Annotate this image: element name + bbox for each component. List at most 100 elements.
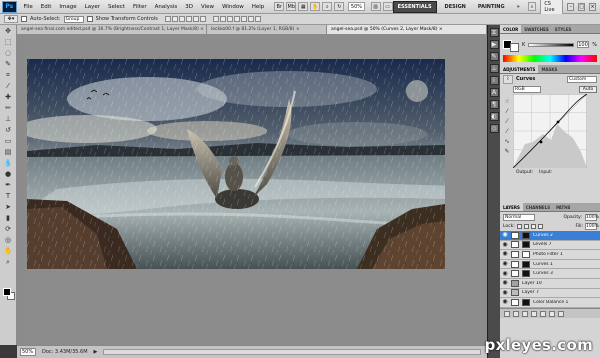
- paragraph-icon[interactable]: ¶: [489, 100, 499, 109]
- visibility-eye-icon[interactable]: ◉: [502, 270, 508, 277]
- tab-channels[interactable]: CHANNELS: [523, 203, 553, 211]
- blur-tool-icon[interactable]: 💧: [3, 158, 14, 168]
- workspace-essentials[interactable]: ESSENTIALS: [392, 0, 437, 13]
- marquee-tool-icon[interactable]: ⬚: [3, 37, 14, 47]
- menu-image[interactable]: Image: [55, 4, 80, 10]
- brushes-icon[interactable]: ✎: [489, 52, 499, 61]
- lock-position-icon[interactable]: [530, 224, 536, 229]
- healing-brush-tool-icon[interactable]: ✚: [3, 92, 14, 102]
- history-icon[interactable]: ⧖: [489, 28, 499, 37]
- brush-tool-icon[interactable]: ✏: [3, 103, 14, 113]
- tab-color[interactable]: COLOR: [500, 25, 522, 33]
- auto-select-dropdown[interactable]: Group: [63, 15, 84, 23]
- shape-tool-icon[interactable]: ▮: [3, 213, 14, 223]
- minimize-icon[interactable]: –: [567, 2, 575, 11]
- layer-mask-thumb[interactable]: [522, 260, 530, 268]
- fill-field[interactable]: 100%: [585, 223, 599, 230]
- search-icon[interactable]: ⌕: [527, 2, 537, 11]
- channel-dropdown[interactable]: RGB: [513, 85, 541, 93]
- curves-preset-dropdown[interactable]: Custom: [567, 75, 597, 83]
- tab-angel-sea[interactable]: angel-sea.psd @ 50% (Curves 2, Layer Mas…: [327, 25, 487, 34]
- pen-tool-icon[interactable]: ✒: [3, 180, 14, 190]
- menu-window[interactable]: Window: [218, 4, 248, 10]
- layer-row[interactable]: ◉ Layer 7: [500, 288, 600, 299]
- history-brush-tool-icon[interactable]: ↺: [3, 125, 14, 135]
- menu-view[interactable]: View: [197, 4, 218, 10]
- visibility-eye-icon[interactable]: ◉: [502, 232, 508, 238]
- white-point-eyedropper-icon[interactable]: ⁄: [503, 128, 511, 135]
- visibility-eye-icon[interactable]: ◉: [502, 241, 508, 248]
- curves-graph[interactable]: [513, 94, 587, 168]
- document-image[interactable]: [27, 59, 445, 269]
- auto-select-checkbox[interactable]: [21, 16, 27, 22]
- align-bottom-icon[interactable]: [178, 16, 185, 22]
- horizontal-scrollbar[interactable]: [103, 349, 481, 355]
- type-tool-icon[interactable]: T: [3, 191, 14, 201]
- layer-row[interactable]: ◉ Color Balance 1: [500, 298, 600, 308]
- move-tool-preset-icon[interactable]: ✥▾: [4, 15, 18, 23]
- tab-angel-sea-final[interactable]: angel-sea final.com edited.psd @ 16.7% (…: [17, 25, 207, 34]
- target-adjust-icon[interactable]: ☝: [503, 98, 511, 105]
- distribute-left-icon[interactable]: [233, 16, 240, 22]
- distribute-right-icon[interactable]: [247, 16, 254, 22]
- layer-style-icon[interactable]: [513, 310, 519, 317]
- align-right-icon[interactable]: [199, 16, 206, 22]
- zoom-tool-icon[interactable]: ⌕: [3, 257, 14, 267]
- distribute-hcenter-icon[interactable]: [240, 16, 247, 22]
- more-workspaces[interactable]: »: [513, 2, 524, 12]
- mini-bridge-icon[interactable]: Mb: [286, 2, 297, 11]
- color-background-swatch[interactable]: [510, 43, 519, 52]
- menu-select[interactable]: Select: [104, 4, 129, 10]
- visibility-eye-icon[interactable]: ◉: [502, 280, 508, 286]
- tab-adjustments[interactable]: ADJUSTMENTS: [500, 65, 539, 73]
- menu-file[interactable]: File: [20, 4, 37, 10]
- clone-stamp-tool-icon[interactable]: ⊥: [3, 114, 14, 124]
- workspace-painting[interactable]: PAINTING: [474, 2, 509, 12]
- layer-mask-thumb[interactable]: [522, 241, 530, 249]
- lock-pixels-icon[interactable]: [523, 224, 529, 229]
- layer-mask-thumb[interactable]: [522, 231, 530, 239]
- visibility-eye-icon[interactable]: ◉: [502, 299, 508, 305]
- visibility-eye-icon[interactable]: ◉: [502, 251, 508, 257]
- visibility-eye-icon[interactable]: ◉: [502, 289, 508, 296]
- visibility-eye-icon[interactable]: ◉: [502, 261, 508, 267]
- arrange-documents-icon[interactable]: ▥: [370, 2, 381, 11]
- menu-help[interactable]: Help: [248, 4, 269, 10]
- hand-icon[interactable]: ✋: [310, 2, 321, 11]
- align-vcenter-icon[interactable]: [171, 16, 178, 22]
- add-mask-icon[interactable]: [522, 310, 528, 317]
- distribute-vcenter-icon[interactable]: [219, 16, 226, 22]
- color-spectrum-bar[interactable]: [503, 55, 597, 62]
- new-layer-icon[interactable]: [549, 310, 555, 317]
- opacity-field[interactable]: 100%: [585, 213, 599, 221]
- show-transform-checkbox[interactable]: [86, 16, 93, 22]
- layer-mask-thumb[interactable]: [522, 270, 530, 278]
- hand-tool-icon[interactable]: ✋: [3, 246, 14, 256]
- path-select-tool-icon[interactable]: ➤: [3, 202, 14, 212]
- layer-mask-thumb[interactable]: [522, 298, 530, 306]
- layer-row[interactable]: ◉ Levels 7: [500, 240, 600, 251]
- black-point-eyedropper-icon[interactable]: ⁄: [503, 108, 511, 115]
- menu-filter[interactable]: Filter: [129, 4, 151, 10]
- menu-3d[interactable]: 3D: [181, 4, 197, 10]
- layer-mask-thumb[interactable]: [522, 250, 530, 258]
- crop-tool-icon[interactable]: ⌗: [3, 70, 14, 80]
- lock-transparency-icon[interactable]: [516, 224, 522, 229]
- k-channel-value[interactable]: 100: [577, 41, 590, 48]
- menu-analysis[interactable]: Analysis: [151, 4, 182, 10]
- rotate-view-icon[interactable]: ↻: [334, 2, 345, 11]
- close-icon[interactable]: ×: [589, 2, 597, 11]
- align-top-icon[interactable]: [164, 16, 171, 22]
- quick-select-tool-icon[interactable]: ✎: [3, 59, 14, 69]
- tab-styles[interactable]: STYLES: [552, 25, 575, 33]
- tab-layers[interactable]: LAYERS: [500, 203, 523, 211]
- tab-swatches[interactable]: SWATCHES: [521, 25, 552, 33]
- dodge-tool-icon[interactable]: ●: [3, 169, 14, 179]
- pencil-draw-icon[interactable]: ✎: [503, 148, 511, 155]
- clone-source-icon[interactable]: ⊥: [489, 64, 499, 73]
- lock-all-icon[interactable]: [537, 224, 543, 229]
- eraser-tool-icon[interactable]: ▭: [3, 136, 14, 146]
- delete-layer-icon[interactable]: [558, 310, 564, 317]
- distribute-bottom-icon[interactable]: [226, 16, 233, 22]
- blend-mode-dropdown[interactable]: Normal: [503, 213, 535, 221]
